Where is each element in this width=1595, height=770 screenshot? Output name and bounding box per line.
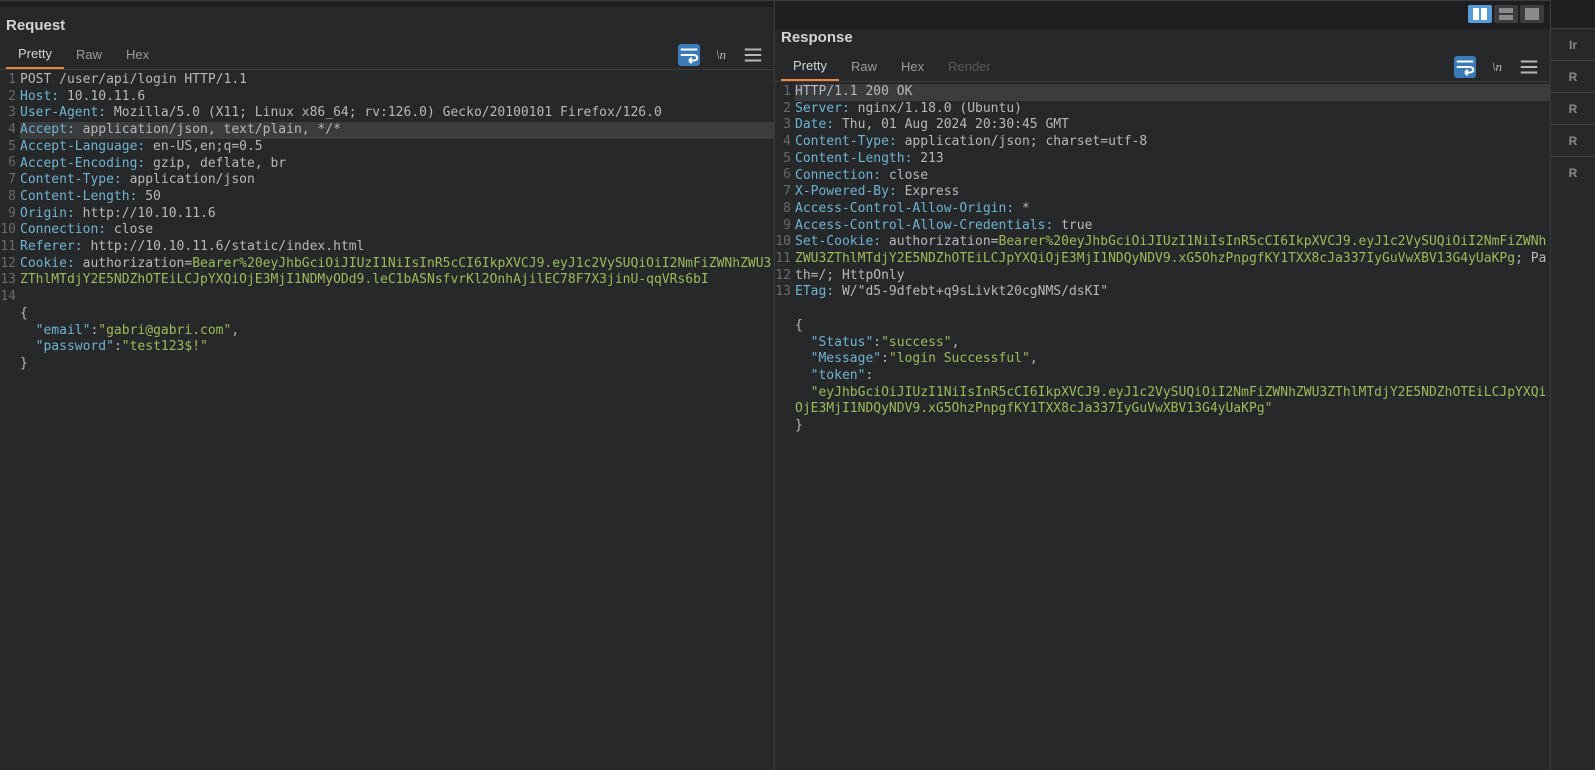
- line-number: 5: [775, 151, 791, 168]
- code-line[interactable]: Referer: http://10.10.11.6/static/index.…: [20, 239, 774, 256]
- request-code-area[interactable]: 1234567891011121314 POST /user/api/login…: [0, 70, 774, 770]
- line-number: 3: [775, 117, 791, 134]
- line-number: 11: [0, 239, 16, 256]
- code-line[interactable]: User-Agent: Mozilla/5.0 (X11; Linux x86_…: [20, 105, 774, 122]
- code-line[interactable]: Content-Type: application/json: [20, 172, 774, 189]
- code-line[interactable]: Date: Thu, 01 Aug 2024 20:30:45 GMT: [795, 117, 1550, 134]
- line-number: 12: [0, 256, 16, 273]
- newline-icon[interactable]: \n: [710, 44, 732, 66]
- line-number: 13: [775, 284, 791, 301]
- line-number: 6: [775, 167, 791, 184]
- code-line[interactable]: Access-Control-Allow-Credentials: true: [795, 218, 1550, 235]
- code-line[interactable]: Content-Length: 213: [795, 151, 1550, 168]
- code-line[interactable]: POST /user/api/login HTTP/1.1: [20, 72, 774, 89]
- code-line[interactable]: Accept-Encoding: gzip, deflate, br: [20, 156, 774, 173]
- line-number: 8: [0, 189, 16, 206]
- request-header: Request: [0, 7, 774, 40]
- response-code-area[interactable]: 12345678910111213 HTTP/1.1 200 OKServer:…: [775, 82, 1550, 770]
- response-tab-bar: PrettyRawHexRender \n: [775, 52, 1550, 82]
- layout-single-icon[interactable]: [1520, 5, 1544, 23]
- request-title: Request: [6, 17, 65, 34]
- code-line[interactable]: { "Status":"success", "Message":"login S…: [795, 318, 1550, 435]
- line-number: 14: [0, 289, 16, 306]
- code-line[interactable]: Content-Type: application/json; charset=…: [795, 134, 1550, 151]
- response-header: Response: [775, 29, 1550, 52]
- code-line[interactable]: Accept: application/json, text/plain, */…: [20, 122, 774, 139]
- response-gutter: 12345678910111213: [775, 84, 793, 770]
- line-number: 10: [0, 222, 16, 239]
- code-line[interactable]: Set-Cookie: authorization=Bearer%20eyJhb…: [795, 234, 1550, 284]
- code-line[interactable]: { "email":"gabri@gabri.com", "password":…: [20, 306, 774, 373]
- code-line[interactable]: HTTP/1.1 200 OK: [795, 84, 1550, 101]
- code-line[interactable]: Connection: close: [20, 222, 774, 239]
- line-number: 1: [775, 84, 791, 101]
- inspector-tab[interactable]: R: [1551, 124, 1595, 156]
- code-line[interactable]: Server: nginx/1.18.0 (Ubuntu): [795, 101, 1550, 118]
- code-line[interactable]: [20, 289, 774, 306]
- code-line[interactable]: Content-Length: 50: [20, 189, 774, 206]
- response-panel: Response PrettyRawHexRender \n 123456789…: [775, 0, 1550, 770]
- inspector-tab[interactable]: R: [1551, 92, 1595, 124]
- tab-raw[interactable]: Raw: [839, 53, 889, 80]
- line-number: 3: [0, 105, 16, 122]
- line-number: 7: [0, 172, 16, 189]
- request-panel: Request PrettyRawHex \n 1234567891011121…: [0, 0, 775, 770]
- response-code[interactable]: HTTP/1.1 200 OKServer: nginx/1.18.0 (Ubu…: [793, 84, 1550, 770]
- line-number: 2: [775, 101, 791, 118]
- line-number: 8: [775, 201, 791, 218]
- line-number: 5: [0, 139, 16, 156]
- line-number: 4: [775, 134, 791, 151]
- inspector-tab[interactable]: R: [1551, 60, 1595, 92]
- top-strip: [775, 1, 1550, 29]
- inspector-sidebar: IrRRRR: [1550, 0, 1595, 770]
- inspector-tab[interactable]: R: [1551, 156, 1595, 188]
- code-line[interactable]: ETag: W/"d5-9dfebt+q9sLivkt20cgNMS/dsKI": [795, 284, 1550, 301]
- menu-icon[interactable]: [1518, 56, 1540, 78]
- line-number: 9: [775, 218, 791, 235]
- line-number: 13: [0, 272, 16, 289]
- layout-split-horizontal-icon[interactable]: [1494, 5, 1518, 23]
- line-number: 9: [0, 206, 16, 223]
- top-strip: [1551, 0, 1595, 28]
- tab-pretty[interactable]: Pretty: [781, 52, 839, 81]
- line-number: 2: [0, 89, 16, 106]
- wrap-icon[interactable]: [1454, 56, 1476, 78]
- line-number: 4: [0, 122, 16, 139]
- code-line[interactable]: Accept-Language: en-US,en;q=0.5: [20, 139, 774, 156]
- wrap-icon[interactable]: [678, 44, 700, 66]
- response-toolbar: \n: [1454, 56, 1550, 78]
- menu-icon[interactable]: [742, 44, 764, 66]
- tab-raw[interactable]: Raw: [64, 41, 114, 68]
- code-line[interactable]: Cookie: authorization=Bearer%20eyJhbGciO…: [20, 256, 774, 289]
- tab-render[interactable]: Render: [936, 53, 1003, 80]
- tab-hex[interactable]: Hex: [889, 53, 936, 80]
- code-line[interactable]: X-Powered-By: Express: [795, 184, 1550, 201]
- code-line[interactable]: Host: 10.10.11.6: [20, 89, 774, 106]
- layout-split-vertical-icon[interactable]: [1468, 5, 1492, 23]
- code-line[interactable]: Connection: close: [795, 168, 1550, 185]
- response-title: Response: [781, 29, 853, 46]
- line-number: 1: [0, 72, 16, 89]
- line-number: 12: [775, 268, 791, 285]
- line-number: 11: [775, 251, 791, 268]
- request-tab-bar: PrettyRawHex \n: [0, 40, 774, 70]
- request-toolbar: \n: [678, 44, 774, 66]
- request-gutter: 1234567891011121314: [0, 72, 18, 770]
- code-line[interactable]: [795, 301, 1550, 318]
- newline-icon[interactable]: \n: [1486, 56, 1508, 78]
- request-code[interactable]: POST /user/api/login HTTP/1.1Host: 10.10…: [18, 72, 774, 770]
- layout-controls: [1468, 5, 1550, 23]
- line-number: 7: [775, 184, 791, 201]
- tab-hex[interactable]: Hex: [114, 41, 161, 68]
- tab-pretty[interactable]: Pretty: [6, 40, 64, 69]
- code-line[interactable]: Origin: http://10.10.11.6: [20, 206, 774, 223]
- line-number: 6: [0, 155, 16, 172]
- code-line[interactable]: Access-Control-Allow-Origin: *: [795, 201, 1550, 218]
- line-number: 10: [775, 234, 791, 251]
- inspector-tab[interactable]: Ir: [1551, 28, 1595, 60]
